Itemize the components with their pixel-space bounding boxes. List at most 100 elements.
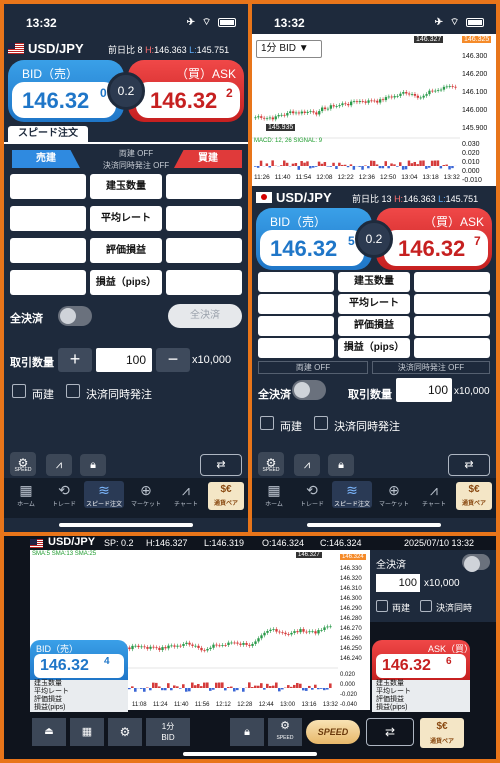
candle [265,118,269,120]
nav-speed-order[interactable]: ≋ スピード注文 [84,481,124,508]
ask-button[interactable]: （買）ASK 146.32 2 [128,60,244,122]
qty-input[interactable]: 100 [96,348,152,372]
timeframe-button[interactable]: 1分 BID [146,718,190,746]
ask-price: 146.32 6 [376,654,466,678]
macd-bar [206,682,209,688]
pair-name[interactable]: USD/JPY [276,190,332,205]
candle [329,626,332,628]
lock-button[interactable]: 🔒︎ [230,718,264,746]
price-tag-mid: 146.327 [414,36,444,43]
macd-bar [393,164,396,166]
nav-market[interactable]: ⊕ マーケット [126,481,166,508]
candle-chart[interactable]: 1分 BID ▼ 146.327 146.325 145.935 146.300… [252,34,496,186]
currency-icon: $€ [468,484,480,495]
nav-speed-order-label: スピード注文 [85,502,122,508]
chart-toggle-button[interactable]: ⩘ [294,454,320,476]
sell-tab-label: 売建 [36,153,56,164]
ryodate-checkbox[interactable] [376,600,388,612]
rotate-button[interactable]: ⇄ [448,454,490,476]
macd-bar [290,686,293,688]
nav-home[interactable]: ▦ ホーム [254,481,294,508]
rotate-button[interactable]: ⇄ [200,454,242,476]
gear-icon: ⚙ [119,725,131,739]
zenkessai-toggle[interactable] [462,554,490,572]
trade-icon: ⟲ [58,482,70,498]
timeframe-label: 1分 BID [261,43,297,54]
row2-label: 評価損益 [90,238,162,263]
qty-label: 取引数量 [10,357,54,369]
x-tick: 11:26 [254,174,270,181]
macd-bar [263,688,266,690]
pair-name[interactable]: USD/JPY [48,536,95,548]
zenkessai-toggle[interactable] [292,380,326,400]
qty-input[interactable]: 100 [396,378,452,402]
y-tick: 146.310 [340,586,362,592]
timeframe-value: 1分 [161,722,175,731]
collapse-button[interactable]: ⏏ [32,718,66,746]
landscape-bid-button[interactable]: BID（売） 146.32 4 [30,640,128,680]
qty-input[interactable]: 100 [376,574,420,592]
row0-right-cell [166,174,242,199]
candle [131,645,134,650]
sell-tab[interactable]: 売建 [12,150,80,168]
bid-row-label: 評価損益 [34,696,62,703]
nav-chart[interactable]: ⩘ チャート [414,481,454,508]
timeframe-select[interactable]: 1分 BID ▼ [256,40,322,58]
layout-button[interactable]: ▦ [70,718,104,746]
bid-row-label: 平均レート [34,688,69,695]
qty-input-value: 100 [398,577,417,589]
kessai-checkbox[interactable] [314,416,328,430]
macd-bar [209,688,212,691]
ryodate-checkbox[interactable] [260,416,274,430]
nav-trade[interactable]: ⟲ トレード [292,481,332,508]
speed-order-button[interactable]: SPEED [306,720,360,744]
h-label: H: [146,538,155,548]
nav-currency-pair[interactable]: $€ 通貨ペア [208,482,244,510]
nav-market[interactable]: ⊕ マーケット [374,481,414,508]
speed-settings-button[interactable]: ⚙ SPEED [258,452,284,476]
ask-price: 146.32 2 [136,82,240,118]
y-tick: 146.240 [340,656,362,662]
settings-button[interactable]: ⚙ [108,718,142,746]
qty-minus-button[interactable]: − [156,348,190,372]
speed-order-tab[interactable]: スピード注文 [8,126,88,142]
kessai-checkbox[interactable] [66,384,80,398]
zenkessai-button[interactable]: 全決済 [168,304,242,328]
chart-toggle-button[interactable]: ⩘ [46,454,72,476]
zenkessai-toggle[interactable] [58,306,92,326]
y-tick: 146.330 [340,566,362,572]
nav-currency-pair[interactable]: $€ 通貨ペア [456,482,492,510]
ask-button[interactable]: （買）ASK 146.32 7 [376,208,492,270]
macd-bar [358,166,361,167]
lock-button[interactable]: 🔒︎ [328,454,354,476]
currency-pair-button[interactable]: $€ 通貨ペア [420,718,464,748]
ask-row-label: 建玉数量 [376,680,404,687]
speed-settings-button[interactable]: ⚙ SPEED [268,718,302,746]
candle [173,645,176,647]
rotate-button[interactable]: ⇄ [366,718,414,746]
x-tick: 11:54 [295,174,312,181]
pair-name[interactable]: USD/JPY [28,41,84,56]
macd-bar [257,685,260,688]
battery-icon [218,17,236,27]
prev-value: 8 [137,45,143,55]
kessai-checkbox[interactable] [420,600,432,612]
nav-chart[interactable]: ⩘ チャート [166,481,206,508]
ryodate-checkbox[interactable] [12,384,26,398]
prev-label: 前日比 [352,194,380,204]
row0-label: 建玉数量 [338,272,410,292]
macd-bar [161,688,164,691]
speed-settings-button[interactable]: ⚙ SPEED [10,452,36,476]
landscape-ask-button[interactable]: ASK（買） 146.32 6 [372,640,473,680]
macd-bar [128,688,131,690]
candle [269,629,272,631]
qty-plus-button[interactable]: + [58,348,92,372]
macd-bar [185,688,188,692]
nav-home[interactable]: ▦ ホーム [6,481,46,508]
macd-bar [278,688,281,692]
price-tag-2: 146.324 [340,554,366,560]
macd-bar [285,162,289,166]
nav-speed-order[interactable]: ≋ スピード注文 [332,481,372,508]
nav-trade[interactable]: ⟲ トレード [44,481,84,508]
lock-button[interactable]: 🔒︎ [80,454,106,476]
